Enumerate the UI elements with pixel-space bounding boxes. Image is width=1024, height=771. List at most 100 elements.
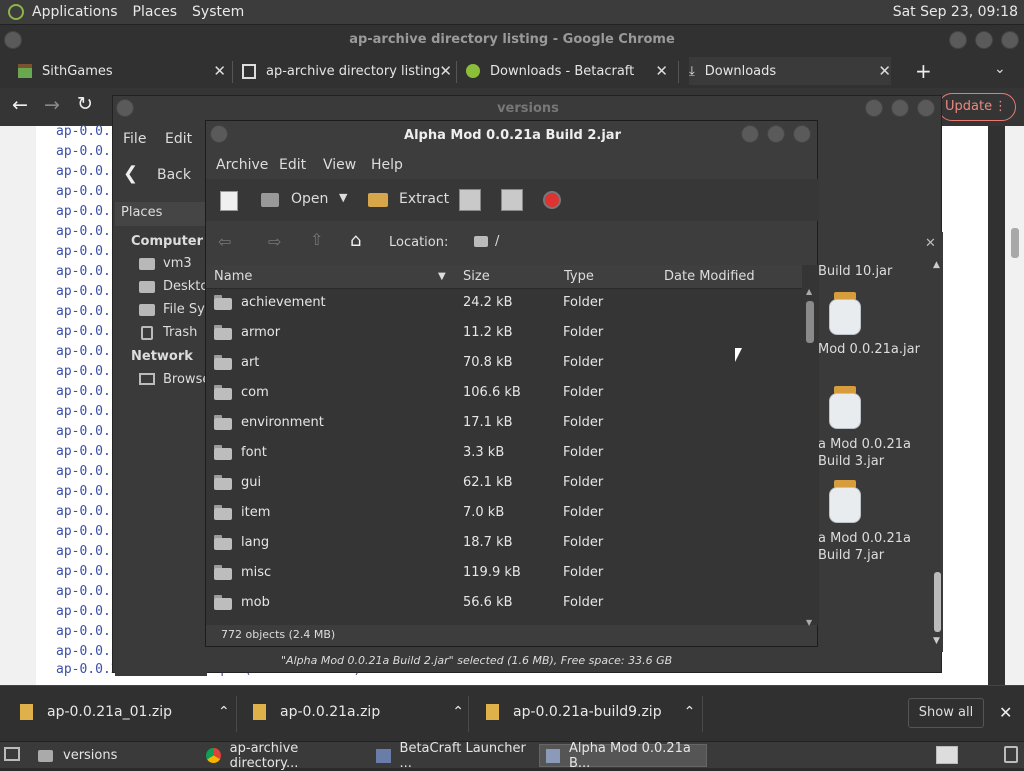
chrome-close-button[interactable]: [1001, 31, 1019, 49]
table-row[interactable]: misc 119.9 kB Folder: [206, 559, 802, 589]
listing-link[interactable]: ap-0.0.: [56, 444, 111, 459]
table-row[interactable]: font 3.3 kB Folder: [206, 439, 802, 469]
listing-link[interactable]: ap-0.0.: [56, 164, 111, 179]
listing-link[interactable]: ap-0.0.: [56, 484, 111, 499]
open-dropdown-chevron-icon[interactable]: ▼: [339, 191, 347, 204]
page-scrollbar[interactable]: [1005, 126, 1024, 686]
table-row[interactable]: armor 11.2 kB Folder: [206, 319, 802, 349]
listing-link[interactable]: ap-0.0.: [56, 624, 111, 639]
page-scrollbar-thumb[interactable]: [1011, 228, 1019, 258]
table-row[interactable]: lang 18.7 kB Folder: [206, 529, 802, 559]
jar-file-icon[interactable]: [828, 292, 862, 336]
download-item[interactable]: ap-0.0.21a_01.zip ⌃: [20, 704, 230, 720]
tab-list-chevron-icon[interactable]: ⌄: [994, 61, 1006, 77]
tab-sithgames[interactable]: SithGames ✕: [18, 57, 226, 85]
new-tab-button[interactable]: +: [915, 59, 932, 83]
tab-downloads[interactable]: ⤓ Downloads ✕: [689, 57, 891, 85]
update-button[interactable]: Update ⋮: [938, 93, 1016, 121]
listing-link[interactable]: ap-0.0.: [56, 404, 111, 419]
versions-menu-file[interactable]: File: [123, 131, 146, 147]
table-row[interactable]: item 7.0 kB Folder: [206, 499, 802, 529]
listing-link[interactable]: ap-0.0.: [56, 564, 111, 579]
column-header-type[interactable]: Type: [564, 265, 594, 289]
back-arrow-icon[interactable]: ⇦: [218, 232, 231, 251]
listing-link[interactable]: ap-0.0.: [56, 204, 111, 219]
icon-view-scrollbar-thumb[interactable]: [934, 572, 941, 632]
listing-link[interactable]: ap-0.0.: [56, 144, 111, 159]
menu-archive[interactable]: Archive: [216, 157, 268, 173]
add-folder-icon[interactable]: [501, 189, 523, 211]
listing-link[interactable]: ap-0.0.: [56, 584, 111, 599]
jar-file-icon[interactable]: [828, 480, 862, 524]
column-header-name[interactable]: Name: [214, 265, 252, 289]
show-desktop-icon[interactable]: [4, 747, 20, 761]
add-files-icon[interactable]: [459, 189, 481, 211]
file-list-scrollbar[interactable]: ▲ ▼: [803, 287, 817, 627]
chevron-up-icon[interactable]: ⌃: [452, 704, 464, 720]
table-row[interactable]: environment 17.1 kB Folder: [206, 409, 802, 439]
archive-maximize-button[interactable]: [767, 125, 785, 143]
versions-minimize-button[interactable]: [865, 99, 883, 117]
table-row[interactable]: art 70.8 kB Folder: [206, 349, 802, 379]
chrome-maximize-button[interactable]: [975, 31, 993, 49]
listing-link[interactable]: ap-0.0.: [56, 384, 111, 399]
archive-minimize-button[interactable]: [741, 125, 759, 143]
sidebar-item-filesystem[interactable]: File System: [163, 302, 207, 317]
listing-link[interactable]: ap-0.0.: [56, 344, 111, 359]
open-icon[interactable]: [261, 193, 279, 207]
back-arrow-icon[interactable]: ←: [12, 94, 28, 116]
menu-edit[interactable]: Edit: [279, 157, 306, 173]
chrome-minimize-button[interactable]: [949, 31, 967, 49]
icon-view-scrollbar[interactable]: ▲ ▼: [931, 260, 943, 646]
applications-menu[interactable]: Applications: [32, 4, 118, 20]
menu-view[interactable]: View: [323, 157, 356, 173]
sidebar-item-desktop[interactable]: Desktop: [163, 279, 207, 294]
places-header[interactable]: Places: [115, 202, 207, 226]
table-row[interactable]: com 106.6 kB Folder: [206, 379, 802, 409]
sidebar-item-vm3[interactable]: vm3: [163, 256, 192, 271]
new-archive-icon[interactable]: [220, 191, 238, 211]
forward-arrow-icon[interactable]: →: [44, 94, 60, 116]
versions-maximize-button[interactable]: [891, 99, 909, 117]
table-row[interactable]: achievement 24.2 kB Folder: [206, 289, 802, 319]
close-icon[interactable]: ✕: [439, 62, 452, 80]
system-menu[interactable]: System: [192, 4, 244, 20]
task-betacraft[interactable]: BetaCraft Launcher ...: [370, 741, 538, 771]
sidebar-item-browse-network[interactable]: Browse Network: [163, 372, 207, 387]
menu-help[interactable]: Help: [371, 157, 403, 173]
extract-icon[interactable]: [368, 193, 388, 207]
chevron-up-icon[interactable]: ⌃: [218, 704, 230, 720]
stop-icon[interactable]: [543, 191, 561, 209]
listing-link[interactable]: ap-0.0.: [56, 324, 111, 339]
open-button[interactable]: Open: [291, 191, 328, 207]
sidebar-item-trash[interactable]: Trash: [163, 325, 197, 340]
listing-link[interactable]: ap-0.0.: [56, 544, 111, 559]
workspace-switcher[interactable]: [936, 746, 958, 764]
versions-menu-icon[interactable]: [116, 99, 134, 117]
listing-link[interactable]: ap-0.0.: [56, 304, 111, 319]
distro-logo-icon[interactable]: [8, 4, 24, 20]
archive-close-button[interactable]: [793, 125, 811, 143]
task-archive[interactable]: Alpha Mod 0.0.21a B...: [539, 741, 707, 771]
extract-button[interactable]: Extract: [399, 191, 449, 207]
listing-link[interactable]: ap-0.0.: [56, 124, 111, 139]
close-icon[interactable]: ✕: [925, 236, 936, 251]
forward-arrow-icon[interactable]: ⇨: [268, 232, 281, 251]
table-row[interactable]: mob 56.6 kB Folder: [206, 589, 802, 619]
task-versions[interactable]: versions: [32, 744, 192, 767]
versions-icon-view[interactable]: ✕ Build 10.jar Mod 0.0.21a.jar a Mod 0.0…: [818, 232, 943, 652]
listing-link[interactable]: ap-0.0.: [56, 224, 111, 239]
file-list-scrollbar-thumb[interactable]: [806, 301, 814, 343]
location-path[interactable]: /: [495, 234, 499, 249]
listing-link[interactable]: ap-0.0.: [56, 184, 111, 199]
trash-icon[interactable]: [1004, 746, 1018, 763]
table-row[interactable]: gui 62.1 kB Folder: [206, 469, 802, 499]
listing-link[interactable]: ap-0.0.: [56, 644, 111, 659]
listing-link[interactable]: ap-0.0.: [56, 244, 111, 259]
listing-link[interactable]: ap-0.0.: [56, 604, 111, 619]
task-chrome[interactable]: ap-archive directory...: [200, 741, 368, 771]
chevron-up-icon[interactable]: ⌃: [684, 704, 696, 720]
clock[interactable]: Sat Sep 23, 09:18: [893, 4, 1018, 20]
download-item[interactable]: ap-0.0.21a-build9.zip ⌃: [486, 704, 695, 720]
up-arrow-icon[interactable]: ⇧: [310, 230, 323, 249]
